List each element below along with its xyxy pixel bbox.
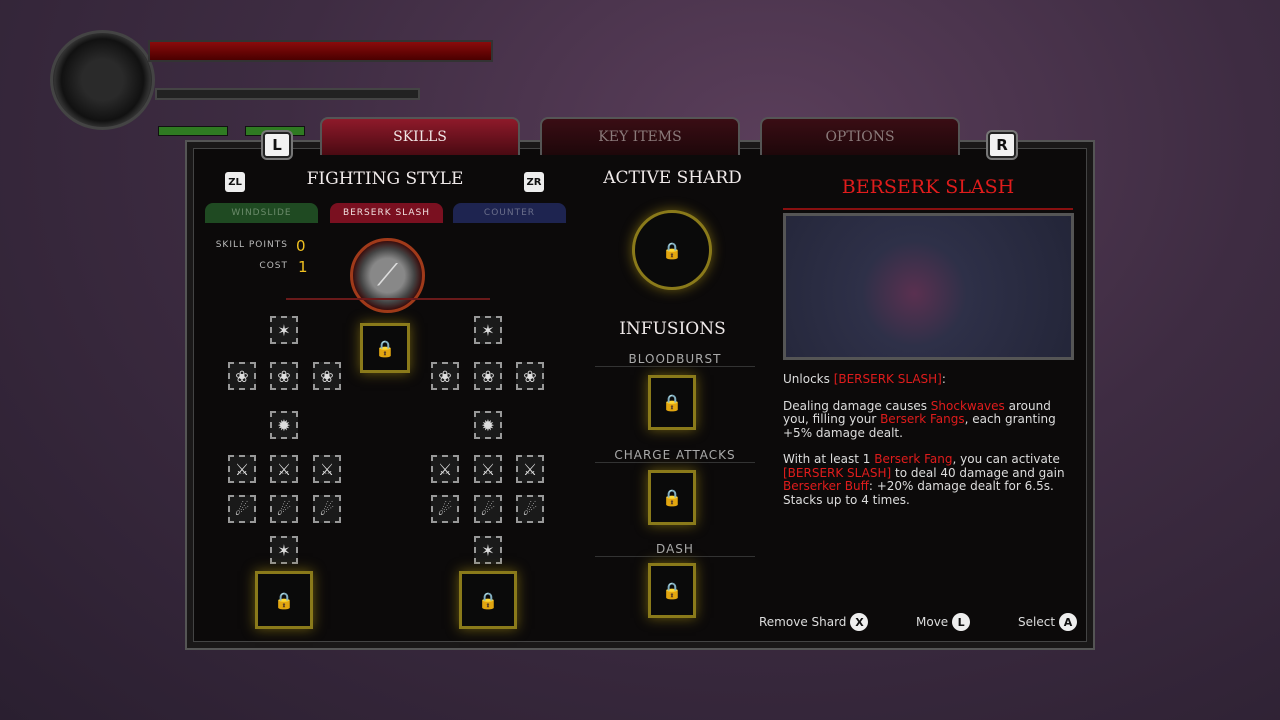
zr-button[interactable]: ZR [524, 172, 544, 192]
text: Stacks up to 4 times. [783, 492, 910, 507]
padlock-icon: 🔒 [662, 488, 682, 507]
skill-node[interactable]: ☄ [431, 495, 459, 523]
text: Dealing damage causes [783, 398, 931, 413]
cost-value: 1 [298, 258, 308, 276]
skill-node[interactable]: ✹ [474, 411, 502, 439]
zl-button[interactable]: ZL [225, 172, 245, 192]
cost-label: COST [259, 261, 288, 271]
skill-description: Unlocks [BERSERK SLASH]: Dealing damage c… [783, 372, 1078, 520]
skill-node[interactable]: ☄ [228, 495, 256, 523]
fighting-style-title: FIGHTING STYLE [306, 169, 464, 189]
skill-node[interactable]: ❀ [516, 362, 544, 390]
skill-node[interactable]: ✹ [270, 411, 298, 439]
text: , you can activate [952, 452, 1060, 466]
skill-node[interactable]: ⚔ [474, 455, 502, 483]
active-shard-title: ACTIVE SHARD [603, 168, 742, 188]
skill-node[interactable]: ⚔ [270, 455, 298, 483]
r-shoulder-button[interactable]: R [988, 132, 1016, 158]
text: : [941, 372, 946, 386]
hint-label: Remove Shard [759, 615, 847, 629]
text: Unlocks [783, 372, 834, 386]
padlock-icon: 🔒 [662, 393, 682, 412]
skill-node[interactable]: ⚔ [228, 455, 256, 483]
active-shard-slot[interactable]: 🔒 [632, 210, 712, 290]
skill-node[interactable]: ❀ [431, 362, 459, 390]
skill-node[interactable]: ⚔ [313, 455, 341, 483]
hint-label: Select [1018, 615, 1056, 629]
skill-preview-video [783, 213, 1074, 360]
infusion-label-bloodburst: BLOODBURST [595, 352, 755, 367]
infusion-label-dash: DASH [595, 542, 755, 557]
hint-label: Move [916, 615, 949, 629]
fang-bar [155, 88, 420, 100]
hint-select[interactable]: Select A [1018, 613, 1078, 631]
text: With at least 1 [783, 452, 875, 466]
skill-node[interactable]: ❀ [474, 362, 502, 390]
padlock-icon: 🔒 [662, 581, 682, 600]
text: : +20% damage dealt for 6.5s. [868, 479, 1054, 493]
locked-shard-slot[interactable]: 🔒 [360, 323, 410, 373]
description-paragraph: Unlocks [BERSERK SLASH]: [783, 372, 1078, 387]
left-stick-icon: L [952, 613, 971, 631]
skill-node[interactable]: ✶ [474, 536, 502, 564]
player-emblem [50, 30, 155, 130]
skill-node[interactable]: ☄ [313, 495, 341, 523]
style-tab-counter[interactable]: COUNTER [453, 203, 566, 223]
skill-node[interactable]: ❀ [228, 362, 256, 390]
tab-options[interactable]: OPTIONS [760, 117, 960, 155]
skill-node[interactable]: ⚔ [431, 455, 459, 483]
keyword: Berserker Buff [783, 479, 869, 493]
skill-points-value: 0 [296, 237, 306, 255]
skill-node[interactable]: ✶ [270, 316, 298, 344]
padlock-icon: 🔒 [662, 240, 682, 260]
tab-key-items[interactable]: KEY ITEMS [540, 117, 740, 155]
health-bar [148, 40, 493, 62]
keyword: [BERSERK SLASH] [833, 372, 942, 386]
keyword: Berserk Fangs [880, 412, 965, 426]
l-shoulder-button[interactable]: L [263, 132, 291, 158]
skill-node[interactable]: ☄ [474, 495, 502, 523]
skill-node[interactable]: ❀ [270, 362, 298, 390]
skill-points-label: SKILL POINTS [215, 240, 288, 250]
description-paragraph: With at least 1 Berserk Fang, you can ac… [783, 452, 1078, 507]
locked-shard-slot[interactable]: 🔒 [459, 571, 517, 629]
tree-connector [286, 298, 490, 300]
a-button-icon: A [1059, 613, 1078, 631]
locked-shard-slot[interactable]: 🔒 [255, 571, 313, 629]
skill-title: BERSERK SLASH [783, 176, 1073, 210]
skill-node[interactable]: ⚔ [516, 455, 544, 483]
style-tab-windslide[interactable]: WINDSLIDE [205, 203, 318, 223]
text: to deal 40 damage and gain [891, 465, 1065, 480]
hint-move[interactable]: Move L [916, 613, 971, 631]
infusion-label-charge-attacks: CHARGE ATTACKS [595, 448, 755, 463]
keyword: Shockwaves [930, 398, 1005, 413]
skill-node[interactable]: ❀ [313, 362, 341, 390]
infusion-slot-dash[interactable]: 🔒 [648, 563, 696, 618]
skill-node[interactable]: ☄ [516, 495, 544, 523]
hint-remove-shard[interactable]: Remove Shard X [759, 613, 869, 631]
skill-node[interactable]: ☄ [270, 495, 298, 523]
berserk-slash-skill-icon[interactable]: ⟋ [350, 238, 425, 313]
skill-node[interactable]: ✶ [474, 316, 502, 344]
skill-node[interactable]: ✶ [270, 536, 298, 564]
infusion-slot-charge-attacks[interactable]: 🔒 [648, 470, 696, 525]
stamina-bar [158, 126, 228, 136]
description-paragraph: Dealing damage causes Shockwaves around … [783, 398, 1078, 441]
keyword: [BERSERK SLASH] [783, 465, 892, 480]
x-button-icon: X [850, 613, 869, 631]
style-tab-berserk-slash[interactable]: BERSERK SLASH [330, 203, 443, 223]
keyword: Berserk Fang [874, 452, 953, 466]
infusion-slot-bloodburst[interactable]: 🔒 [648, 375, 696, 430]
infusions-title: INFUSIONS [619, 319, 726, 339]
tab-skills[interactable]: SKILLS [320, 117, 520, 155]
